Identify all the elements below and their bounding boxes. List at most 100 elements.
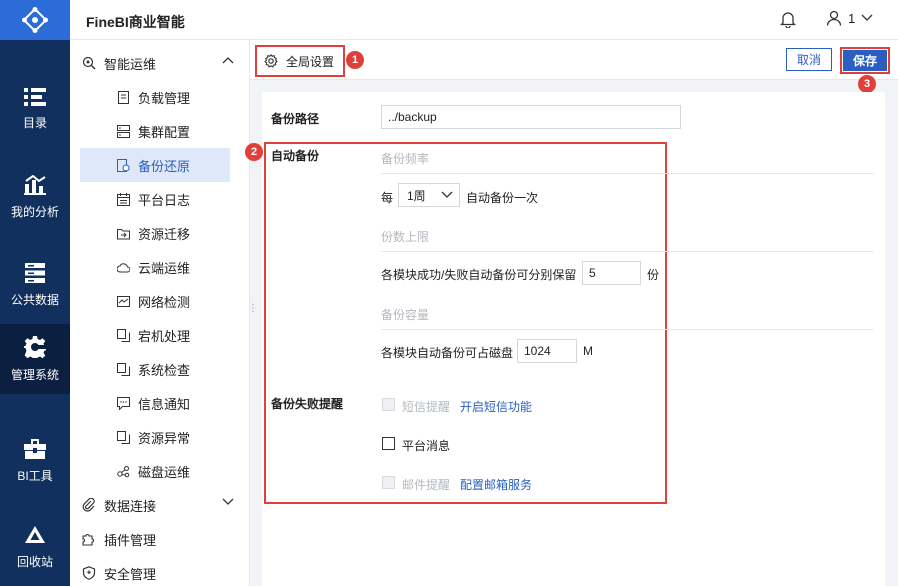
copy-icon: [117, 362, 130, 376]
limit-input[interactable]: 5: [582, 261, 641, 285]
app-title: FineBI商业智能: [86, 14, 185, 30]
step-badge: 3: [858, 75, 876, 93]
nav-group-smart-ops[interactable]: 智能运维: [82, 46, 242, 80]
nav-group-label: 安全管理: [104, 566, 157, 582]
nav-item-cluster[interactable]: 集群配置: [80, 114, 230, 148]
bell-icon[interactable]: [780, 11, 796, 28]
shield-icon: [82, 566, 96, 580]
sms-alert-checkbox[interactable]: [382, 398, 395, 411]
nav-group-plugins[interactable]: 插件管理: [82, 522, 242, 556]
backup-frequency-title: 备份频率: [381, 150, 874, 174]
content-header: 全局设置 1 取消 保存 3: [250, 40, 898, 93]
chevron-down-icon: [861, 14, 873, 21]
puzzle-icon: [82, 534, 94, 546]
nav-item-network[interactable]: 网络检测: [80, 284, 230, 318]
platform-message-label: 平台消息: [402, 439, 451, 453]
user-menu[interactable]: 1: [826, 10, 873, 26]
monitor-icon: [117, 295, 130, 307]
every-label: 每: [381, 191, 394, 205]
user-name: 1: [848, 10, 856, 26]
frequency-select[interactable]: 1周: [398, 183, 460, 207]
nav-item-notification[interactable]: 信息通知: [80, 386, 230, 420]
nav-item-label: 资源异常: [138, 430, 191, 446]
nav-item-label: 信息通知: [138, 396, 191, 412]
app-logo[interactable]: [0, 0, 70, 40]
rail-label: 我的分析: [10, 204, 59, 219]
rail-label: 目录: [22, 115, 47, 130]
platform-message-checkbox[interactable]: [382, 437, 395, 450]
cancel-button[interactable]: 取消: [786, 48, 832, 71]
rail-label: 回收站: [16, 554, 53, 569]
nav-item-label: 集群配置: [138, 124, 191, 140]
backup-capacity-title: 备份容量: [381, 306, 874, 330]
rail-label: 公共数据: [10, 292, 59, 307]
nav-group-label: 智能运维: [104, 56, 157, 72]
rail-item-my-analysis[interactable]: 我的分析: [0, 162, 70, 232]
rail-item-admin-system[interactable]: 管理系统: [0, 324, 70, 394]
limit-description: 各模块成功/失败自动备份可分别保留: [381, 268, 577, 282]
catalog-icon: [24, 87, 46, 106]
nav-item-label: 系统检查: [138, 362, 191, 378]
email-alert-label: 邮件提醒: [402, 478, 451, 492]
nav-item-migration[interactable]: 资源迁移: [80, 216, 230, 250]
recycle-icon: [25, 525, 45, 543]
nav-item-downtime[interactable]: 宕机处理: [80, 318, 230, 352]
left-rail: 目录 我的分析 公共数据 管理系统 BI工具 回收站: [0, 0, 70, 586]
chevron-down-icon: [441, 191, 453, 198]
copy-icon: [117, 328, 130, 342]
email-alert-checkbox[interactable]: [382, 476, 395, 489]
rail-label: 管理系统: [10, 367, 59, 382]
configure-email-link[interactable]: 配置邮箱服务: [460, 476, 532, 493]
capacity-input[interactable]: 1024: [517, 339, 577, 363]
settings-icon: [264, 54, 278, 68]
nav-item-backup[interactable]: 备份还原: [80, 148, 230, 182]
capacity-description: 各模块自动备份可占磁盘: [381, 346, 514, 360]
global-settings-label: 全局设置: [286, 54, 335, 69]
public-data-icon: [25, 262, 45, 283]
message-icon: [117, 396, 130, 410]
logo-icon: [22, 7, 48, 33]
step-badge: 1: [346, 51, 364, 69]
step-badge: 2: [245, 143, 263, 161]
rail-item-bi-tools[interactable]: BI工具: [0, 426, 70, 496]
rail-item-recycle-bin[interactable]: 回收站: [0, 512, 70, 582]
nodes-icon: [117, 465, 130, 477]
copy-icon: [117, 430, 130, 444]
nav-item-label: 云端运维: [138, 260, 191, 276]
auto-backup-label: 自动备份: [271, 149, 320, 163]
nav-item-label: 负载管理: [138, 90, 191, 106]
enable-sms-link[interactable]: 开启短信功能: [460, 398, 532, 415]
migrate-icon: [117, 228, 130, 239]
nav-item-system-check[interactable]: 系统检查: [80, 352, 230, 386]
save-button[interactable]: 保存: [843, 50, 887, 71]
nav-item-cloud-ops[interactable]: 云端运维: [80, 250, 230, 284]
gear-icon: [24, 335, 46, 358]
nav-group-label: 数据连接: [104, 498, 157, 514]
frequency-suffix: 自动备份一次: [466, 191, 539, 205]
cloud-icon: [117, 262, 130, 272]
limit-unit: 份: [647, 268, 660, 282]
chevron-up-icon: [222, 57, 234, 64]
nav-item-disk-ops[interactable]: 磁盘运维: [80, 454, 230, 488]
toolbox-icon: [24, 438, 46, 459]
nav-item-label: 平台日志: [138, 192, 191, 208]
document-icon: [118, 90, 129, 104]
sms-alert-label: 短信提醒: [402, 400, 451, 414]
nav-group-data-connection[interactable]: 数据连接: [82, 488, 242, 522]
backup-path-input[interactable]: ../backup: [381, 105, 681, 129]
paperclip-icon: [82, 498, 95, 512]
nav-item-resource-anomaly[interactable]: 资源异常: [80, 420, 230, 454]
global-settings-button[interactable]: 全局设置: [255, 45, 345, 77]
nav-group-label: 插件管理: [104, 532, 157, 548]
backup-failure-alert-label: 备份失败提醒: [271, 397, 344, 411]
backup-limit-title: 份数上限: [381, 228, 874, 252]
nav-item-load[interactable]: 负载管理: [80, 80, 230, 114]
top-bar: FineBI商业智能 1: [70, 0, 898, 40]
rail-label: BI工具: [17, 468, 53, 483]
nav-group-security[interactable]: 安全管理: [82, 556, 242, 586]
nav-item-logs[interactable]: 平台日志: [80, 182, 230, 216]
rail-item-public-data[interactable]: 公共数据: [0, 250, 70, 320]
server-icon: [117, 124, 130, 138]
nav-item-label: 网络检测: [138, 294, 191, 310]
rail-item-catalog[interactable]: 目录: [0, 74, 70, 144]
